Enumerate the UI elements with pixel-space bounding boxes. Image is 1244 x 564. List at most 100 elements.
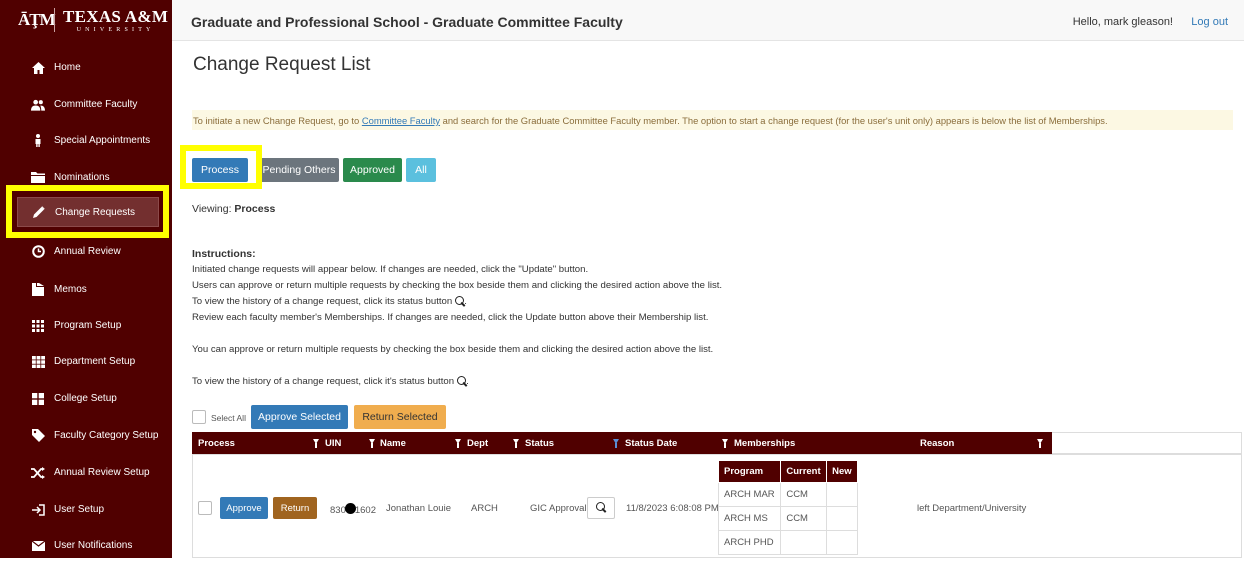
sidebar-item-label: Program Setup [54, 320, 122, 331]
table-header-filler [1052, 432, 1242, 454]
folder-icon [31, 171, 45, 185]
tamu-logo[interactable]: ĀŢM TEXAS A&M UNIVERSITY [0, 0, 172, 40]
page-title: Change Request List [193, 54, 371, 75]
sidebar-item-committee-faculty[interactable]: Committee Faculty [0, 86, 172, 123]
sidebar-item-annual-review-setup[interactable]: Annual Review Setup [0, 454, 172, 491]
status-history-button[interactable] [587, 497, 615, 519]
sidebar-item-label: Annual Review [54, 246, 121, 257]
users-icon [31, 98, 45, 112]
filter-icon[interactable] [722, 439, 728, 448]
instruction-line: To view the history of a change request,… [192, 296, 467, 307]
sidebar: ĀŢM TEXAS A&M UNIVERSITY Home Committee … [0, 0, 172, 558]
instruction-line: Review each faculty member's Memberships… [192, 312, 709, 323]
logo-word-top: TEXAS A&M [63, 6, 169, 26]
committee-faculty-link[interactable]: Committee Faculty [362, 115, 440, 126]
sidebar-item-label: Annual Review Setup [54, 467, 150, 478]
uin-cell: 830 1602 [330, 503, 376, 516]
logout-link[interactable]: Log out [1191, 16, 1228, 28]
row-checkbox[interactable] [198, 501, 212, 515]
instructions-title: Instructions: [192, 248, 256, 260]
membership-current: CCM [780, 482, 828, 507]
banner-text-pre: To initiate a new Change Request, go to [193, 115, 362, 126]
sidebar-item-home[interactable]: Home [0, 49, 172, 86]
return-button[interactable]: Return [273, 497, 317, 519]
magnifier-icon [596, 502, 605, 511]
memberships-table: Program Current New ARCH MAR CCM ARCH MS… [717, 460, 858, 555]
return-selected-button[interactable]: Return Selected [354, 405, 446, 429]
banner-text-post: and search for the Graduate Committee Fa… [440, 115, 1108, 126]
column-header-process[interactable]: Process [198, 438, 235, 449]
login-icon [31, 503, 45, 517]
logo-wordmark: TEXAS A&M UNIVERSITY [63, 8, 168, 33]
magnifier-icon [457, 376, 467, 385]
filter-approved-button[interactable]: Approved [343, 158, 402, 182]
user-greeting: Hello, mark gleason! [1072, 16, 1173, 28]
column-header-status[interactable]: Status [525, 438, 554, 449]
sidebar-item-label: Faculty Category Setup [54, 430, 159, 441]
approve-selected-button[interactable]: Approve Selected [251, 405, 348, 429]
grid-small-icon [31, 319, 45, 333]
envelope-icon [31, 539, 45, 553]
sidebar-item-user-notifications[interactable]: User Notifications [0, 527, 172, 564]
name-cell: Jonathan Louie [386, 503, 451, 514]
filter-icon[interactable] [1037, 439, 1043, 448]
pencil-icon [32, 205, 46, 219]
grid-large-icon [31, 392, 45, 406]
top-bar: Graduate and Professional School - Gradu… [172, 0, 1244, 41]
filter-icon[interactable] [313, 439, 319, 448]
sidebar-item-faculty-category-setup[interactable]: Faculty Category Setup [0, 417, 172, 454]
filter-icon[interactable] [513, 439, 519, 448]
memberships-header-program: Program [717, 460, 782, 483]
select-all-label: Select All [211, 413, 246, 423]
tag-icon [31, 429, 45, 443]
membership-new [826, 506, 858, 531]
select-all-checkbox[interactable] [192, 410, 206, 424]
membership-new [826, 482, 858, 507]
sidebar-item-annual-review[interactable]: Annual Review [0, 233, 172, 270]
filter-all-button[interactable]: All [406, 158, 436, 182]
instruction-line: Initiated change requests will appear be… [192, 264, 589, 275]
clock-icon [31, 245, 45, 259]
sidebar-item-department-setup[interactable]: Department Setup [0, 343, 172, 380]
membership-current [780, 530, 828, 555]
column-header-uin[interactable]: UIN [325, 438, 341, 449]
grid-medium-icon [31, 355, 45, 369]
filter-icon[interactable] [613, 439, 619, 448]
column-header-memberships[interactable]: Memberships [734, 438, 795, 449]
sidebar-item-label: Department Setup [54, 356, 136, 367]
membership-program: ARCH MAR [717, 482, 782, 507]
sidebar-item-label: User Notifications [54, 540, 133, 551]
sidebar-item-change-requests[interactable]: Change Requests [17, 197, 159, 227]
membership-new [826, 530, 858, 555]
column-header-dept[interactable]: Dept [467, 438, 488, 449]
sidebar-item-nominations[interactable]: Nominations [0, 159, 172, 196]
shuffle-icon [31, 466, 45, 480]
approve-button[interactable]: Approve [220, 497, 268, 519]
column-header-reason[interactable]: Reason [920, 438, 954, 449]
membership-current: CCM [780, 506, 828, 531]
membership-program: ARCH MS [717, 506, 782, 531]
sidebar-item-user-setup[interactable]: User Setup [0, 491, 172, 528]
memberships-header-current: Current [780, 460, 828, 483]
filter-process-button[interactable]: Process [192, 158, 248, 182]
instruction-note: You can approve or return multiple reque… [192, 344, 714, 355]
app-title: Graduate and Professional School - Gradu… [191, 14, 623, 30]
table-header: Process UIN Name Dept Status Status Date… [192, 432, 1052, 454]
info-banner: To initiate a new Change Request, go to … [192, 110, 1233, 130]
status-date-cell: 11/8/2023 6:08:08 PM [626, 503, 719, 514]
sidebar-item-program-setup[interactable]: Program Setup [0, 307, 172, 344]
sidebar-item-memos[interactable]: Memos [0, 271, 172, 308]
logo-word-bottom: UNIVERSITY [76, 26, 155, 33]
filter-pending-others-button[interactable]: Pending Others [259, 158, 339, 182]
status-cell: GIC Approval [530, 503, 587, 514]
filter-icon[interactable] [455, 439, 461, 448]
memberships-header-new: New [826, 460, 858, 483]
sidebar-item-special-appointments[interactable]: Special Appointments [0, 122, 172, 159]
viewing-value: Process [234, 203, 276, 215]
filter-icon[interactable] [369, 439, 375, 448]
logo-mark: ĀŢM [18, 10, 56, 29]
column-header-status-date[interactable]: Status Date [625, 438, 677, 449]
column-header-name[interactable]: Name [380, 438, 406, 449]
sidebar-item-college-setup[interactable]: College Setup [0, 380, 172, 417]
dept-cell: ARCH [471, 503, 498, 514]
